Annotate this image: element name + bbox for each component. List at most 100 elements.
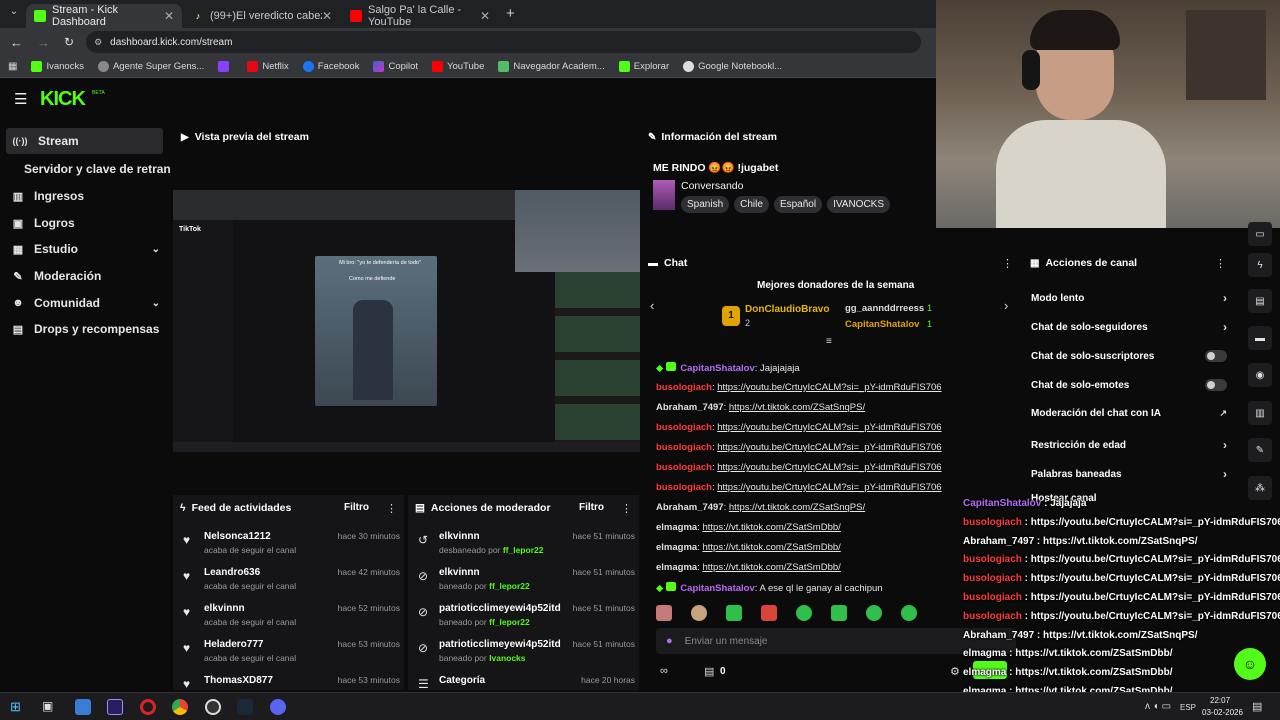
sidebar-item-comunidad[interactable]: ☻ Comunidad ⌄: [12, 296, 160, 310]
kick-logo[interactable]: KICK: [40, 88, 86, 111]
chat-menu-icon[interactable]: ⋮: [1002, 257, 1013, 270]
sidebar-item-drops[interactable]: ▤ Drops y recompensas: [12, 322, 160, 336]
chat-username[interactable]: busologiach: [656, 382, 712, 393]
support-button[interactable]: ☺: [1234, 648, 1266, 680]
broadcast-icon[interactable]: ◉: [1248, 363, 1272, 387]
feed-filter-button[interactable]: Filtro: [344, 502, 369, 513]
system-tray-icons[interactable]: ʌ ◖ ▭: [1145, 701, 1171, 712]
feed-username[interactable]: Leandro636: [204, 567, 260, 578]
bookmark[interactable]: Agente Super Gens...: [97, 61, 204, 72]
mod-action-item[interactable]: ↺ elkvinnn desbaneado por ff_lepor22 hace 5…: [415, 531, 635, 567]
feed-menu-icon[interactable]: ⋮: [386, 502, 397, 515]
channel-action-item[interactable]: Palabras baneadas ›: [1031, 467, 1227, 481]
chrome-icon[interactable]: [172, 699, 188, 715]
emote-icon[interactable]: [901, 605, 917, 621]
donors-next-icon[interactable]: ›: [1004, 298, 1008, 313]
mod-target[interactable]: elkvinnn: [439, 531, 480, 542]
mod-target[interactable]: elkvinnn: [439, 567, 480, 578]
chat-text[interactable]: https://youtu.be/CrtuyIcCALM?si=_pY-idmR…: [717, 422, 941, 433]
activity-feed-item[interactable]: ♥ Nelsonca1212 acaba de seguir el canal hac…: [180, 531, 400, 567]
chat-text[interactable]: https://youtu.be/CrtuyIcCALM?si=_pY-idmR…: [717, 462, 941, 473]
emote-icon[interactable]: [796, 605, 812, 621]
chat-text[interactable]: https://vt.tiktok.com/ZSatSnqPS/: [729, 402, 865, 413]
sidebar-item-estudio[interactable]: ▦ Estudio ⌄: [12, 242, 160, 256]
emote-icon[interactable]: [656, 605, 672, 621]
emote-icon[interactable]: [691, 605, 707, 621]
emote-icon[interactable]: [761, 605, 777, 621]
notification-icon[interactable]: ▤: [1252, 700, 1262, 713]
channel-action-item[interactable]: Chat de solo-seguidores ›: [1031, 320, 1227, 334]
chat-text[interactable]: https://vt.tiktok.com/ZSatSmDbb/: [702, 522, 840, 533]
points-icon[interactable]: ∞: [660, 665, 668, 677]
bookmark[interactable]: Ivanocks: [31, 61, 84, 72]
toggle-switch[interactable]: [1205, 350, 1227, 362]
bookmark[interactable]: Google Notebookl...: [683, 61, 782, 72]
lightning-icon[interactable]: ϟ: [1248, 253, 1272, 277]
chevron-down-icon[interactable]: ⌄: [152, 298, 160, 309]
bookmark[interactable]: Netflix: [247, 61, 289, 72]
mod-by[interactable]: ff_lepor22: [489, 581, 530, 591]
chat-text[interactable]: https://youtu.be/CrtuyIcCALM?si=_pY-idmR…: [717, 442, 941, 453]
bookmark[interactable]: Explorar: [618, 61, 669, 72]
mod-action-item[interactable]: ⊘ elkvinnn baneado por ff_lepor22 hace 51 m…: [415, 567, 635, 603]
mod-target[interactable]: patrioticclimeyewi4p52itd: [439, 639, 561, 650]
rail-button[interactable]: ▭: [1248, 222, 1272, 246]
chat-username[interactable]: elmagma: [656, 542, 697, 553]
sidebar-item-stream-row[interactable]: ((·)) Stream: [12, 134, 79, 148]
collapse-icon[interactable]: ≡: [826, 336, 832, 347]
browser-tab-tiktok[interactable]: ♪ (99+)El veredicto cabeza de tetilla ✕: [184, 4, 340, 28]
mod-by[interactable]: ff_lepor22: [503, 545, 544, 555]
obs-icon[interactable]: [205, 699, 221, 715]
opera-icon[interactable]: [140, 699, 156, 715]
task-view-icon[interactable]: ▣: [42, 699, 53, 713]
steam-icon[interactable]: [237, 699, 253, 715]
files-icon[interactable]: [75, 699, 91, 715]
sidebar-item-logros[interactable]: ▣ Logros: [12, 216, 75, 230]
site-info-icon[interactable]: ⚙: [94, 37, 102, 48]
emote-icon[interactable]: [831, 605, 847, 621]
chat-username[interactable]: elmagma: [656, 562, 697, 573]
bookmark[interactable]: [218, 61, 233, 72]
channel-action-item[interactable]: Modo lento ›: [1031, 291, 1227, 305]
emote-icon[interactable]: [726, 605, 742, 621]
chat-icon[interactable]: ▬: [1248, 326, 1272, 350]
feed-username[interactable]: Heladero777: [204, 639, 263, 650]
chat-text[interactable]: https://youtu.be/CrtuyIcCALM?si=_pY-idmR…: [717, 482, 941, 493]
sidebar-item-server-key[interactable]: Servidor y clave de retransmisión: [24, 162, 170, 176]
chat-text[interactable]: https://vt.tiktok.com/ZSatSmDbb/: [702, 542, 840, 553]
chevron-down-icon[interactable]: ⌄: [152, 244, 160, 255]
close-tab-icon[interactable]: ✕: [480, 9, 490, 23]
clipboard-icon[interactable]: ▤: [1248, 289, 1272, 313]
activity-feed-item[interactable]: ♥ elkvinnn acaba de seguir el canal hace 52…: [180, 603, 400, 639]
feed-username[interactable]: Nelsonca1212: [204, 531, 271, 542]
new-tab-icon[interactable]: +: [506, 5, 515, 22]
chat-username[interactable]: busologiach: [656, 422, 712, 433]
mod-target[interactable]: Categoría: [439, 675, 485, 686]
chat-text[interactable]: https://vt.tiktok.com/ZSatSmDbb/: [702, 562, 840, 573]
clock-date[interactable]: 03-02-2026: [1202, 708, 1243, 717]
activity-feed-item[interactable]: ♥ Heladero777 acaba de seguir el canal hace…: [180, 639, 400, 675]
mod-menu-icon[interactable]: ⋮: [621, 502, 632, 515]
preview-video[interactable]: TikTok Mi bro: "yo te defendería de todo…: [173, 190, 640, 452]
chat-text[interactable]: https://vt.tiktok.com/ZSatSnqPS/: [729, 502, 865, 513]
url-field[interactable]: ⚙ dashboard.kick.com/stream: [86, 31, 922, 53]
forward-icon[interactable]: →: [37, 35, 50, 50]
channel-actions-menu-icon[interactable]: ⋮: [1215, 257, 1226, 270]
clock-time[interactable]: 22:07: [1210, 696, 1230, 705]
chat-username[interactable]: Abraham_7497: [656, 402, 724, 413]
donors-prev-icon[interactable]: ‹: [650, 298, 654, 313]
sidebar-item-moderacion[interactable]: ✎ Moderación: [12, 269, 101, 283]
channel-action-item[interactable]: Chat de solo-suscriptores: [1031, 350, 1227, 362]
chat-username[interactable]: Abraham_7497: [656, 502, 724, 513]
bookmark[interactable]: Facebook: [302, 61, 359, 72]
menu-icon[interactable]: ☰: [14, 90, 27, 108]
clipboard-icon[interactable]: ▥: [1248, 401, 1272, 425]
bookmark[interactable]: Navegador Academ...: [498, 61, 605, 72]
mod-target[interactable]: patrioticclimeyewi4p52itd: [439, 603, 561, 614]
mod-by[interactable]: ff_lepor22: [489, 617, 530, 627]
mod-filter-button[interactable]: Filtro: [579, 502, 604, 513]
chat-username[interactable]: CapitanShatalov: [680, 583, 754, 594]
chat-text[interactable]: https://youtu.be/CrtuyIcCALM?si=_pY-idmR…: [717, 382, 941, 393]
bookmark[interactable]: YouTube: [432, 61, 484, 72]
close-tab-icon[interactable]: ✕: [164, 9, 174, 23]
